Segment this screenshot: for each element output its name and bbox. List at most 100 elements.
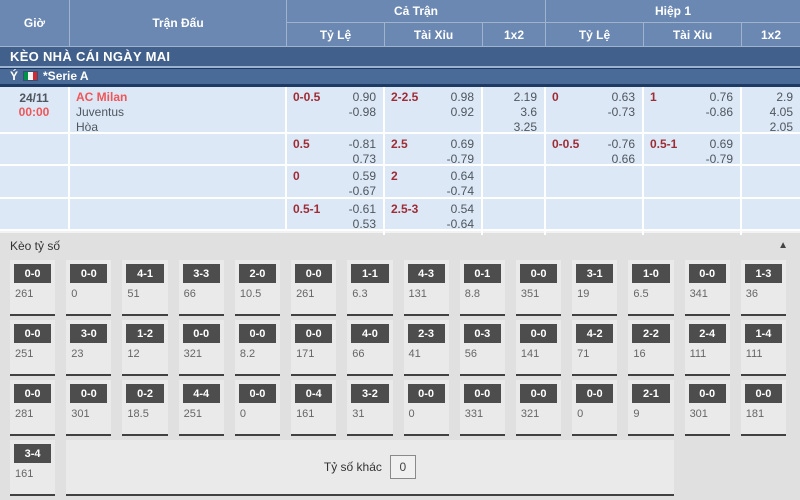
score-chip[interactable]: 0-0 [295, 264, 332, 283]
odds-value[interactable]: -0.74 [447, 184, 474, 199]
h1-1x2-odds[interactable] [742, 166, 800, 202]
score-chip[interactable]: 0-0 [14, 384, 51, 403]
odds-value[interactable]: -0.81 [349, 137, 376, 152]
ft-handicap-odds[interactable]: 0.5 -0.81 0.73 [287, 134, 385, 170]
odds-value[interactable]: 0.53 [353, 217, 376, 232]
odds-value[interactable]: -0.79 [447, 152, 474, 167]
ft-overunder-odds[interactable]: 2 0.64 -0.74 [385, 166, 483, 202]
ft-1x2-odds[interactable] [483, 199, 546, 235]
score-chip[interactable]: 1-0 [632, 264, 669, 283]
score-chip[interactable]: 2-0 [239, 264, 276, 283]
score-chip[interactable]: 0-0 [70, 384, 107, 403]
odds-value[interactable]: 2.19 [514, 90, 537, 105]
ft-handicap-odds[interactable]: 0.5-1 -0.61 0.53 [287, 199, 385, 235]
score-chip[interactable]: 0-1 [464, 264, 501, 283]
score-chip[interactable]: 0-0 [14, 324, 51, 343]
score-chip[interactable]: 1-1 [351, 264, 388, 283]
score-chip[interactable]: 0-0 [14, 264, 51, 283]
score-chip[interactable]: 3-1 [576, 264, 613, 283]
score-chip[interactable]: 2-4 [689, 324, 726, 343]
other-score-box[interactable]: 0 [390, 455, 416, 479]
odds-value[interactable]: 4.05 [770, 105, 793, 120]
score-chip[interactable]: 0-0 [576, 384, 613, 403]
h1-handicap-odds[interactable]: 0 0.63 -0.73 [546, 87, 644, 138]
score-chip[interactable]: 0-0 [239, 384, 276, 403]
odds-value[interactable]: 0.54 [451, 202, 474, 217]
h1-handicap-odds[interactable]: 0-0.5 -0.76 0.66 [546, 134, 644, 170]
away-team[interactable]: Juventus [76, 105, 279, 120]
odds-value[interactable]: -0.98 [349, 105, 376, 120]
odds-value[interactable]: 0.63 [612, 90, 635, 105]
score-chip[interactable]: 4-2 [576, 324, 613, 343]
score-chip[interactable]: 1-2 [126, 324, 163, 343]
h1-1x2-odds[interactable] [742, 199, 800, 235]
odds-value[interactable]: 0.90 [353, 90, 376, 105]
score-chip[interactable]: 2-1 [632, 384, 669, 403]
odds-value[interactable]: 0.98 [451, 90, 474, 105]
score-chip[interactable]: 3-4 [14, 444, 51, 463]
score-chip[interactable]: 2-3 [408, 324, 445, 343]
odds-value[interactable]: 3.6 [520, 105, 537, 120]
score-chip[interactable]: 0-0 [745, 384, 782, 403]
ft-1x2-odds[interactable] [483, 134, 546, 170]
score-chip[interactable]: 0-0 [408, 384, 445, 403]
odds-value[interactable]: -0.67 [349, 184, 376, 199]
odds-value[interactable]: 2.05 [770, 120, 793, 135]
ft-overunder-odds[interactable]: 2-2.5 0.98 0.92 [385, 87, 483, 138]
score-chip[interactable]: 0-3 [464, 324, 501, 343]
odds-value[interactable]: -0.79 [706, 152, 733, 167]
odds-value[interactable]: 0.73 [353, 152, 376, 167]
score-chip[interactable]: 0-0 [464, 384, 501, 403]
score-chip[interactable]: 3-2 [351, 384, 388, 403]
score-chip[interactable]: 4-3 [408, 264, 445, 283]
home-team[interactable]: AC Milan [76, 90, 279, 105]
h1-handicap-odds[interactable] [546, 166, 644, 202]
score-chip[interactable]: 3-3 [183, 264, 220, 283]
score-chip[interactable]: 0-0 [295, 324, 332, 343]
ft-handicap-odds[interactable]: 0 0.59 -0.67 [287, 166, 385, 202]
h1-1x2-odds[interactable]: 2.9 4.05 2.05 [742, 87, 800, 138]
score-chip[interactable]: 2-2 [632, 324, 669, 343]
score-chip[interactable]: 1-4 [745, 324, 782, 343]
score-chip[interactable]: 0-0 [689, 384, 726, 403]
odds-value[interactable]: 0.92 [451, 105, 474, 120]
h1-overunder-odds[interactable] [644, 166, 742, 202]
ft-handicap-odds[interactable]: 0-0.5 0.90 -0.98 [287, 87, 385, 138]
h1-overunder-odds[interactable]: 0.5-1 0.69 -0.79 [644, 134, 742, 170]
score-chip[interactable]: 0-0 [520, 324, 557, 343]
odds-value[interactable]: -0.73 [608, 105, 635, 120]
h1-handicap-odds[interactable] [546, 199, 644, 235]
score-chip[interactable]: 0-4 [295, 384, 332, 403]
score-chip[interactable]: 1-3 [745, 264, 782, 283]
h1-overunder-odds[interactable]: 1 0.76 -0.86 [644, 87, 742, 138]
odds-value[interactable]: -0.76 [608, 137, 635, 152]
score-chip[interactable]: 3-0 [70, 324, 107, 343]
score-chip[interactable]: 0-0 [520, 264, 557, 283]
odds-value[interactable]: 0.64 [451, 169, 474, 184]
odds-value[interactable]: 2.9 [776, 90, 793, 105]
score-chip[interactable]: 4-4 [183, 384, 220, 403]
odds-value[interactable]: 3.25 [514, 120, 537, 135]
score-chip[interactable]: 0-2 [126, 384, 163, 403]
odds-value[interactable]: -0.64 [447, 217, 474, 232]
ft-1x2-odds[interactable]: 2.19 3.6 3.25 [483, 87, 546, 138]
score-chip[interactable]: 0-0 [239, 324, 276, 343]
odds-value[interactable]: -0.86 [706, 105, 733, 120]
h1-overunder-odds[interactable] [644, 199, 742, 235]
score-chip[interactable]: 4-1 [126, 264, 163, 283]
odds-value[interactable]: 0.69 [451, 137, 474, 152]
score-chip[interactable]: 4-0 [351, 324, 388, 343]
score-chip[interactable]: 0-0 [689, 264, 726, 283]
odds-value[interactable]: 0.69 [710, 137, 733, 152]
ft-overunder-odds[interactable]: 2.5 0.69 -0.79 [385, 134, 483, 170]
h1-1x2-odds[interactable] [742, 134, 800, 170]
ft-1x2-odds[interactable] [483, 166, 546, 202]
odds-value[interactable]: 0.59 [353, 169, 376, 184]
score-chip[interactable]: 0-0 [183, 324, 220, 343]
ft-overunder-odds[interactable]: 2.5-3 0.54 -0.64 [385, 199, 483, 235]
score-chip[interactable]: 0-0 [70, 264, 107, 283]
league-bar[interactable]: Ý *Serie A [0, 68, 800, 87]
collapse-arrow-icon[interactable]: ▲ [778, 240, 788, 251]
odds-value[interactable]: -0.61 [349, 202, 376, 217]
score-chip[interactable]: 0-0 [520, 384, 557, 403]
